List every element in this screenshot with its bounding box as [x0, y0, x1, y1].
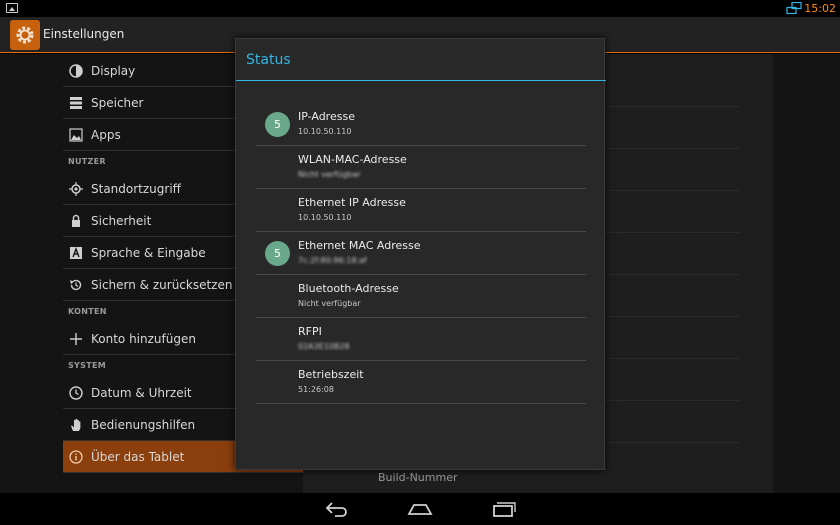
build-number-label: Build-Nummer [378, 471, 458, 484]
status-bar: 15:02 [0, 0, 840, 17]
list-item-ethernet-mac[interactable]: 5 Ethernet MAC Adresse 7c:2f:80:96:18:af [256, 232, 586, 275]
row-value: 7c:2f:80:96:18:af [298, 256, 367, 265]
row-value: 51:26:08 [298, 385, 334, 394]
apps-icon [69, 128, 83, 142]
keyboard-icon [70, 247, 82, 259]
info-icon [69, 450, 83, 464]
sidebar-item-label: Sichern & zurücksetzen [91, 278, 233, 292]
sidebar-item-label: Sprache & Eingabe [91, 246, 206, 260]
back-icon[interactable] [323, 499, 351, 519]
app-title: Einstellungen [43, 27, 125, 41]
list-item-bluetooth[interactable]: Bluetooth-Adresse Nicht verfügbar [256, 275, 586, 318]
sidebar-item-label: Display [91, 64, 136, 78]
sidebar-item-label: Apps [91, 128, 121, 142]
list-item-ethernet-ip[interactable]: Ethernet IP Adresse 10.10.50.110 [256, 189, 586, 232]
row-value: 10.10.50.110 [298, 127, 352, 136]
row-value: Nicht verfügbar [298, 299, 361, 308]
settings-gear-icon[interactable] [10, 20, 40, 50]
row-value: 10.10.50.110 [298, 213, 352, 222]
row-label: WLAN-MAC-Adresse [298, 153, 407, 166]
sidebar-item-label: Speicher [91, 96, 144, 110]
sidebar-item-label: Über das Tablet [91, 450, 185, 464]
row-label: Betriebszeit [298, 368, 364, 381]
storage-icon [70, 97, 82, 109]
location-icon [69, 182, 83, 196]
lock-icon [72, 214, 80, 227]
dialog-title: Status [246, 52, 291, 68]
row-label: Ethernet MAC Adresse [298, 239, 421, 252]
row-label: RFPI [298, 325, 322, 338]
status-dialog: Status 5 IP-Adresse 10.10.50.110 WLAN-MA… [235, 38, 606, 470]
list-item-ip-address[interactable]: 5 IP-Adresse 10.10.50.110 [256, 103, 586, 146]
plus-icon [70, 333, 82, 345]
navigation-bar [0, 493, 840, 525]
dialog-divider [236, 80, 606, 81]
row-label: IP-Adresse [298, 110, 355, 123]
section-header-nutzer: NUTZER [68, 157, 106, 166]
list-item-uptime[interactable]: Betriebszeit 51:26:08 [256, 361, 586, 404]
list-item-wlan-mac[interactable]: WLAN-MAC-Adresse Nicht verfügbar [256, 146, 586, 189]
restore-icon [70, 279, 82, 291]
row-value: 02A3E10B28 [298, 342, 350, 351]
recent-apps-icon[interactable] [490, 499, 518, 519]
row-label: Ethernet IP Adresse [298, 196, 406, 209]
home-icon[interactable] [406, 499, 434, 519]
section-header-system: SYSTEM [68, 361, 106, 370]
badge-icon: 5 [265, 112, 290, 137]
network-icon [786, 2, 802, 15]
section-header-konten: KONTEN [68, 307, 107, 316]
brightness-icon [69, 64, 83, 78]
gallery-icon [6, 3, 18, 13]
sidebar-item-label: Bedienungshilfen [91, 418, 196, 432]
clock-time: 15:02 [804, 2, 836, 15]
clock-icon [69, 386, 83, 400]
sidebar-item-label: Datum & Uhrzeit [91, 386, 192, 400]
sidebar-item-label: Sicherheit [91, 214, 152, 228]
row-value: Nicht verfügbar [298, 170, 361, 179]
row-label: Bluetooth-Adresse [298, 282, 399, 295]
sidebar-item-label: Konto hinzufügen [91, 332, 196, 346]
badge-icon: 5 [265, 241, 290, 266]
hand-icon [71, 418, 81, 431]
sidebar-item-label: Standortzugriff [91, 182, 181, 196]
list-item-rfpi[interactable]: RFPI 02A3E10B28 [256, 318, 586, 361]
